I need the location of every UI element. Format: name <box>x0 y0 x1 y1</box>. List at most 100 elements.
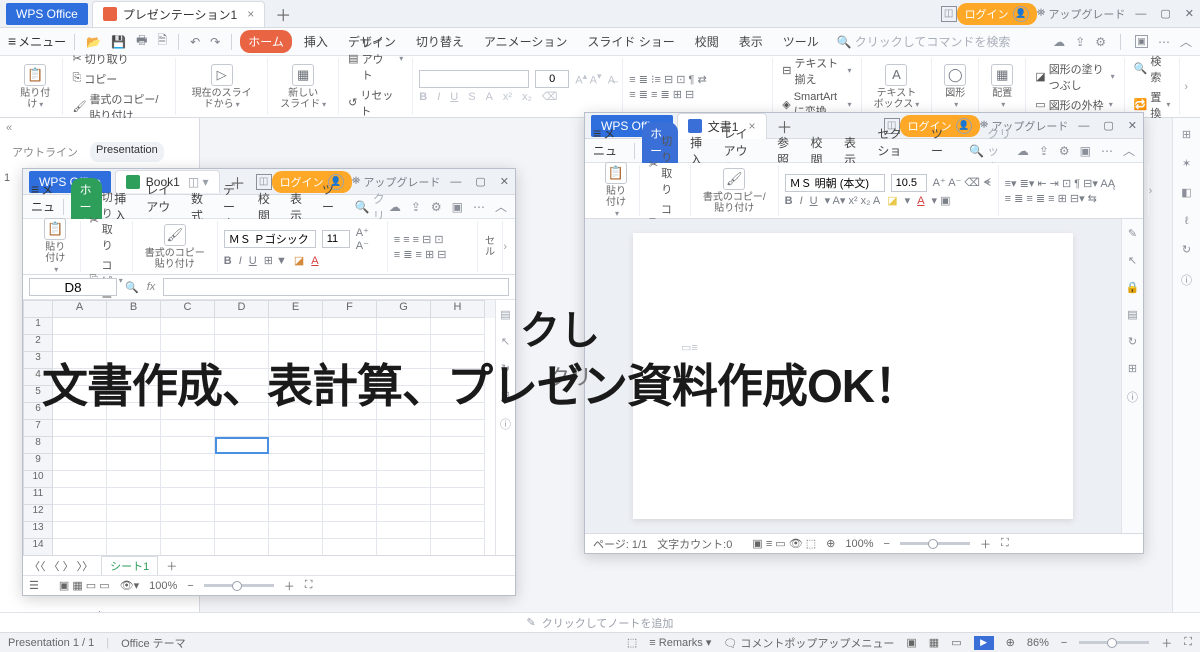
document-page[interactable]: ▭≡ <box>633 233 1073 519</box>
doc-tab[interactable]: プレゼンテーション1 × <box>92 1 265 27</box>
zoom-slider[interactable] <box>1079 641 1149 644</box>
outline-tab[interactable]: アウトライン <box>6 142 84 162</box>
play-from-current-button[interactable]: ▷現在のスライドから <box>182 64 261 110</box>
share-icon[interactable]: ⇪ <box>1075 35 1085 49</box>
brand-badge: WPS Office <box>6 3 88 25</box>
cloud-icon[interactable]: ☁ <box>1053 35 1065 49</box>
save-icon[interactable]: 💾 <box>108 35 129 49</box>
minimize-button[interactable]: — <box>1135 8 1146 20</box>
notes-bar[interactable]: ✎ クリックしてノートを追加 <box>0 612 1200 632</box>
ribbon-overflow-icon[interactable]: › <box>1180 58 1192 115</box>
redo-icon[interactable]: ↷ <box>207 35 223 49</box>
view-normal-icon[interactable]: ▣ <box>906 636 916 649</box>
w-paste[interactable]: 📋貼り付け <box>599 162 633 219</box>
zoom-label: 86% <box>1027 637 1049 649</box>
shape-fill-button[interactable]: ◪ 図形の塗りつぶし <box>1032 60 1117 94</box>
comment-popup-toggle[interactable]: 🗨 コメントポップアップメニュー <box>723 635 894 651</box>
remarks-toggle[interactable]: ≡ Remarks ▾ <box>649 636 711 649</box>
ss-font-size[interactable] <box>322 230 350 248</box>
layout-button[interactable]: ▤ レイアウト <box>345 34 406 84</box>
formula-input[interactable] <box>163 278 509 296</box>
chevron-up-icon[interactable]: ︿ <box>1180 33 1192 50</box>
name-box[interactable] <box>29 278 117 296</box>
font-size-input[interactable] <box>535 70 569 88</box>
history-icon[interactable]: ↻ <box>1182 243 1191 256</box>
info-icon[interactable]: ⓘ <box>1181 272 1192 288</box>
spreadsheet-window: WPS Office Book1 ◫ ▾ ＋ ◫ ログイン👤 ⛯ アップグレード… <box>22 168 516 596</box>
tab-insert[interactable]: 挿入 <box>296 30 336 53</box>
ss-font[interactable] <box>224 230 316 248</box>
writer-window: WPS Office 文書1 × ＋ ◫ ログイン👤 ⛯ アップグレード —▢✕… <box>584 112 1144 554</box>
status-page: Presentation 1 / 1 <box>8 637 94 649</box>
user-icon: 👤 <box>1013 6 1029 22</box>
settings-icon[interactable]: ⚙ <box>1095 35 1106 49</box>
tab-close-icon[interactable]: × <box>247 7 254 21</box>
new-tab-button[interactable]: ＋ <box>275 2 291 26</box>
formula-bar: 🔍 fx <box>23 275 515 300</box>
paste-button[interactable]: 📋貼り付け <box>14 64 56 110</box>
w-font-size[interactable] <box>891 174 927 192</box>
style-icon[interactable]: ℓ <box>1185 215 1189 227</box>
view-sorter-icon[interactable]: ▦ <box>929 636 939 649</box>
font-family-input[interactable] <box>419 70 529 88</box>
w-close[interactable]: ✕ <box>1128 119 1137 132</box>
cut-button[interactable]: ✂ 切り取り <box>69 50 169 68</box>
tab-tools[interactable]: ツール <box>775 30 827 53</box>
find-button[interactable]: 🔍 検索 <box>1131 52 1174 86</box>
textbox-button[interactable]: Aテキスト ボックス <box>868 64 926 110</box>
maximize-button[interactable]: ▢ <box>1160 7 1170 20</box>
sheet-tab[interactable]: シート1 <box>101 556 158 576</box>
animations-icon[interactable]: ✶ <box>1182 157 1191 170</box>
shape-outline-button[interactable]: ▭ 図形の外枠 <box>1032 96 1117 114</box>
zoom-out[interactable]: − <box>1061 637 1067 649</box>
add-sheet[interactable]: ＋ <box>166 558 177 574</box>
tab-review[interactable]: 校閲 <box>687 30 727 53</box>
arrange-button[interactable]: ▦配置 <box>985 64 1019 110</box>
new-slide-button[interactable]: ▦新しい スライド <box>274 64 332 110</box>
shapes-button[interactable]: ◯図形 <box>938 64 972 110</box>
tab-home[interactable]: ホーム <box>240 30 292 53</box>
w-lock-icon[interactable]: 🔒 <box>1126 281 1140 294</box>
collapse-ribbon-icon[interactable]: ▣ <box>1135 35 1148 48</box>
objects-icon[interactable]: ◧ <box>1181 186 1191 199</box>
fullscreen-icon[interactable]: ⛶ <box>1184 636 1192 649</box>
command-search[interactable]: 🔍 クリックしてコマンドを検索 <box>837 33 1011 50</box>
view-reading-icon[interactable]: ▭ <box>951 636 961 649</box>
upgrade-button[interactable]: ⛯ アップグレード <box>1037 6 1126 22</box>
properties-icon[interactable]: ⊞ <box>1182 128 1191 141</box>
writer-page-area[interactable]: ▭≡ <box>585 219 1121 533</box>
tab-animation[interactable]: アニメーション <box>476 30 576 53</box>
fx-icon[interactable]: fx <box>147 281 156 293</box>
screen-icon[interactable]: ◫ <box>941 6 957 22</box>
menu-button[interactable]: メニュー <box>8 33 66 50</box>
ss-format-painter[interactable]: 🖌書式のコピー 貼り付け <box>139 224 211 270</box>
open-icon[interactable]: 📂 <box>83 35 104 49</box>
w-nav-icon[interactable]: ▤ <box>1127 308 1137 321</box>
login-button[interactable]: ログイン👤 <box>957 3 1037 25</box>
ss-upgrade[interactable]: ⛯ アップグレード <box>352 174 441 190</box>
w-pen-icon[interactable]: ✎ <box>1128 227 1137 240</box>
presentation-tab[interactable]: Presentation <box>90 142 164 162</box>
ss-paste[interactable]: 📋貼り付け <box>37 218 74 275</box>
w-format-painter[interactable]: 🖌書式のコピー/ 貼り付け <box>697 168 772 214</box>
w-history-icon[interactable]: ↻ <box>1128 335 1137 348</box>
main-titlebar: WPS Office プレゼンテーション1 × ＋ ◫ ログイン👤 ⛯ アップグ… <box>0 0 1200 28</box>
more-icon[interactable]: ⋯ <box>1158 35 1170 49</box>
ss-close[interactable]: ✕ <box>500 175 509 188</box>
ss-cut[interactable]: ✂ 切り取り <box>87 188 126 254</box>
w-select-icon[interactable]: ↖ <box>1128 254 1137 267</box>
tab-transition[interactable]: 切り替え <box>408 30 472 53</box>
w-font[interactable] <box>785 174 885 192</box>
close-button[interactable]: ✕ <box>1185 7 1194 20</box>
undo-icon[interactable]: ↶ <box>187 35 203 49</box>
tab-slideshow[interactable]: スライド ショー <box>579 30 682 53</box>
tab-view[interactable]: 表示 <box>731 30 771 53</box>
zoom-in[interactable]: ＋ <box>1161 635 1172 651</box>
reset-button[interactable]: ↺ リセット <box>345 86 406 120</box>
selection-icon[interactable]: ⬚ <box>627 636 637 649</box>
text-align-button[interactable]: ⊟ テキスト揃え <box>779 54 854 88</box>
copy-button[interactable]: ⎘ コピー <box>69 70 169 88</box>
right-sidebar: ⊞ ✶ ◧ ℓ ↻ ⓘ <box>1172 118 1200 632</box>
fit-icon[interactable]: ⊕ <box>1006 636 1015 649</box>
play-button[interactable]: ▶ <box>974 636 994 650</box>
